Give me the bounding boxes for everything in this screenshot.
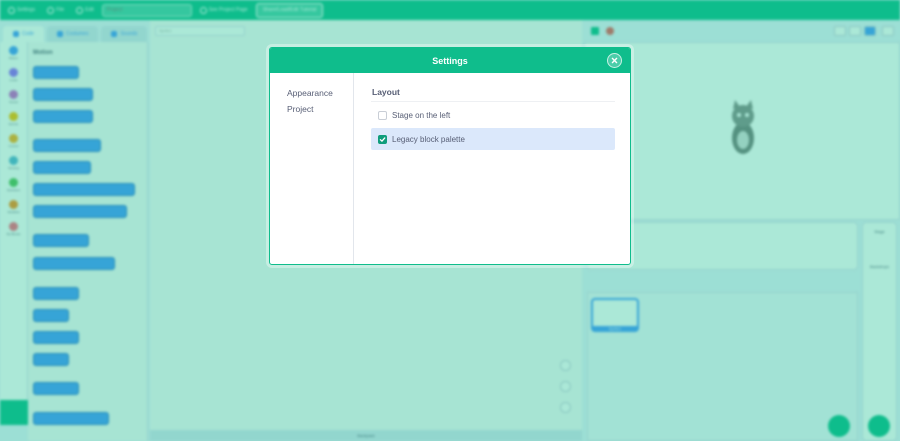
stage-on-left-label: Stage on the left <box>392 110 451 120</box>
stage-on-left-checkbox[interactable] <box>378 110 387 120</box>
settings-nav: Appearance Project <box>270 73 354 264</box>
modal-title: Settings <box>432 55 468 66</box>
option-legacy-block-palette[interactable]: Legacy block palette <box>371 128 615 150</box>
close-icon <box>611 57 618 64</box>
legacy-block-palette-label: Legacy block palette <box>392 134 465 144</box>
section-title-layout: Layout <box>371 87 615 102</box>
legacy-block-palette-checkbox[interactable] <box>378 134 387 144</box>
nav-item-project[interactable]: Project <box>270 101 353 117</box>
nav-item-appearance[interactable]: Appearance <box>270 85 353 101</box>
checkmark-icon <box>379 136 386 142</box>
settings-modal: Settings Appearance Project Layout Stage… <box>269 47 631 265</box>
close-button[interactable] <box>607 53 622 68</box>
settings-content: Layout Stage on the left Legacy block pa… <box>355 73 630 264</box>
option-stage-on-left[interactable]: Stage on the left <box>371 104 615 126</box>
modal-header: Settings <box>270 48 630 73</box>
